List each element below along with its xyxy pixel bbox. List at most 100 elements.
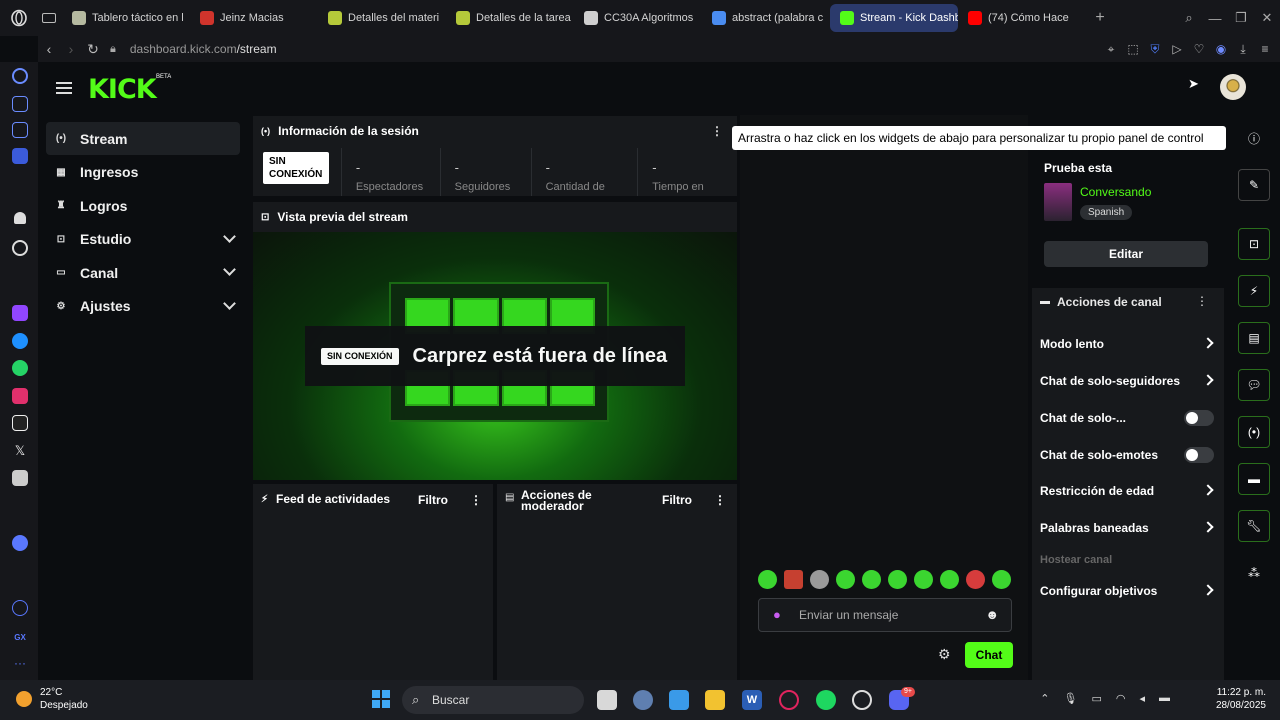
new-tab-button[interactable]: +: [1086, 9, 1114, 27]
menu-icon[interactable]: ≡: [1258, 42, 1272, 56]
tabs-icon[interactable]: [12, 96, 28, 112]
volume-icon[interactable]: ◂: [1139, 692, 1145, 705]
whatsapp-icon[interactable]: [12, 360, 28, 376]
chat-message-input[interactable]: ● Enviar un mensaje ☻: [758, 598, 1012, 632]
x-icon[interactable]: 𝕏: [12, 443, 28, 459]
send-icon[interactable]: ▷: [1170, 42, 1184, 56]
opera-gx-icon[interactable]: [779, 690, 799, 710]
more-options-icon[interactable]: ⋮: [711, 124, 723, 138]
history-icon[interactable]: [12, 600, 28, 616]
document-widget-icon[interactable]: ▤: [1238, 322, 1270, 354]
nav-item-estudio[interactable]: ⊡ Estudio: [46, 223, 240, 256]
browser-tab[interactable]: CC30A Algoritmos: [574, 4, 702, 32]
goals-row[interactable]: Configurar objetivos: [1040, 581, 1216, 601]
windows-start-icon[interactable]: [372, 690, 390, 708]
ai-icon[interactable]: [14, 212, 26, 224]
kick-logo[interactable]: KICK: [88, 74, 157, 105]
emote-icon[interactable]: [810, 570, 829, 589]
emote-icon[interactable]: [966, 570, 985, 589]
messenger-icon[interactable]: [12, 333, 28, 349]
broadcast-widget-icon[interactable]: (•): [1238, 416, 1270, 448]
nav-item-ajustes[interactable]: ⚙ Ajustes: [46, 290, 240, 323]
emoji-icon[interactable]: ☻: [985, 607, 999, 622]
browser-tab[interactable]: Detalles de la tarea: [446, 4, 574, 32]
toggle-switch[interactable]: [1184, 410, 1214, 426]
file-explorer-icon[interactable]: [705, 690, 725, 710]
mod-filter-button[interactable]: Filtro: [662, 493, 692, 507]
snapshot-icon[interactable]: ⬚: [1126, 42, 1140, 56]
nav-item-stream[interactable]: (•) Stream: [46, 122, 240, 155]
task-view-icon[interactable]: [597, 690, 617, 710]
followers-only-row[interactable]: Chat de solo-seguidores: [1040, 371, 1216, 391]
stream-preview[interactable]: SIN CONEXIÓN Carprez está fuera de línea: [253, 232, 737, 480]
search-tabs-icon[interactable]: ⌕: [1176, 10, 1202, 26]
twitch-icon[interactable]: [12, 305, 28, 321]
emote-icon[interactable]: [888, 570, 907, 589]
settings-icon[interactable]: [633, 690, 653, 710]
url-field[interactable]: dashboard.kick.com/stream: [130, 42, 277, 56]
workspace-icon[interactable]: [12, 122, 28, 138]
hamburger-menu-icon[interactable]: [56, 82, 72, 94]
pencil-icon[interactable]: ✎: [1238, 169, 1270, 201]
edit-button[interactable]: Editar: [1044, 241, 1208, 267]
browser-tab[interactable]: Tablero táctico en l: [62, 4, 190, 32]
more-options-icon[interactable]: ⋮: [470, 493, 482, 507]
emote-icon[interactable]: [992, 570, 1011, 589]
emote-icon[interactable]: [914, 570, 933, 589]
taskbar-search[interactable]: ⌕ Buscar: [402, 686, 584, 714]
more-options-icon[interactable]: ⋮: [1196, 294, 1208, 308]
wifi-icon[interactable]: ◠: [1116, 692, 1126, 705]
discord-icon[interactable]: [12, 470, 28, 486]
forward-button[interactable]: ›: [60, 41, 82, 57]
messenger-app-icon[interactable]: [12, 148, 28, 164]
nav-item-canal[interactable]: ▭ Canal: [46, 256, 240, 289]
user-avatar[interactable]: [1220, 74, 1246, 100]
wrench-widget-icon[interactable]: 🔧︎: [1238, 510, 1270, 542]
close-button[interactable]: ✕: [1254, 10, 1280, 26]
banned-words-row[interactable]: Palabras baneadas: [1040, 518, 1216, 538]
reload-button[interactable]: ↻: [82, 41, 104, 58]
browser-tab[interactable]: Detalles del materi: [318, 4, 446, 32]
shield-icon[interactable]: ⛨: [1148, 42, 1162, 56]
chatgpt-icon[interactable]: [852, 690, 872, 710]
account-icon[interactable]: ◉: [1214, 42, 1228, 56]
chevron-up-icon[interactable]: ⌃: [1040, 692, 1049, 705]
gx-icon[interactable]: GX: [12, 630, 28, 646]
clock[interactable]: 11:22 p. m. 28/08/2025: [1216, 686, 1266, 712]
store-icon[interactable]: [669, 690, 689, 710]
age-restriction-row[interactable]: Restricción de edad: [1040, 481, 1216, 501]
tab-sidebar-toggle[interactable]: [38, 4, 62, 32]
actions-widget-icon[interactable]: ▬: [1238, 463, 1270, 495]
chat-send-button[interactable]: Chat: [965, 642, 1013, 668]
tiktok-icon[interactable]: [12, 415, 28, 431]
weather-widget[interactable]: 22°C Despejado: [16, 686, 88, 712]
spotify-icon[interactable]: [12, 535, 28, 551]
chevron-down-icon[interactable]: [223, 296, 236, 310]
emote-icon[interactable]: [862, 570, 881, 589]
category-thumbnail[interactable]: [1044, 183, 1072, 221]
more-icon[interactable]: ···: [12, 657, 28, 674]
share-icon[interactable]: ⁂: [1238, 557, 1270, 589]
feed-filter-button[interactable]: Filtro: [418, 493, 448, 507]
heart-icon[interactable]: ♡: [1192, 42, 1206, 56]
toggle-switch[interactable]: [1184, 447, 1214, 463]
browser-tab[interactable]: abstract (palabra c: [702, 4, 830, 32]
lightning-widget-icon[interactable]: ⚡︎: [1238, 275, 1270, 307]
aria-icon[interactable]: [12, 68, 28, 84]
chevron-down-icon[interactable]: [223, 229, 236, 243]
slow-mode-row[interactable]: Modo lento: [1040, 334, 1216, 354]
chat-settings-icon[interactable]: ⚙: [938, 646, 951, 663]
browser-tab[interactable]: Stream - Kick Dashboard: [830, 4, 958, 32]
browser-tab[interactable]: Jeinz Macias: [190, 4, 318, 32]
instagram-icon[interactable]: [12, 388, 28, 404]
nav-item-ingresos[interactable]: ▦ Ingresos: [46, 156, 240, 189]
chat-widget-icon[interactable]: 💬︎: [1238, 369, 1270, 401]
emote-icon[interactable]: [784, 570, 803, 589]
pin-icon[interactable]: ⌖: [1104, 42, 1118, 56]
chatgpt-icon[interactable]: [12, 240, 28, 256]
category-name[interactable]: Conversando: [1080, 185, 1151, 199]
minimize-button[interactable]: —: [1202, 11, 1228, 26]
word-icon[interactable]: W: [742, 690, 762, 710]
browser-tab[interactable]: (74) Cómo Hace: [958, 4, 1086, 32]
preview-widget-icon[interactable]: ⊡: [1238, 228, 1270, 260]
